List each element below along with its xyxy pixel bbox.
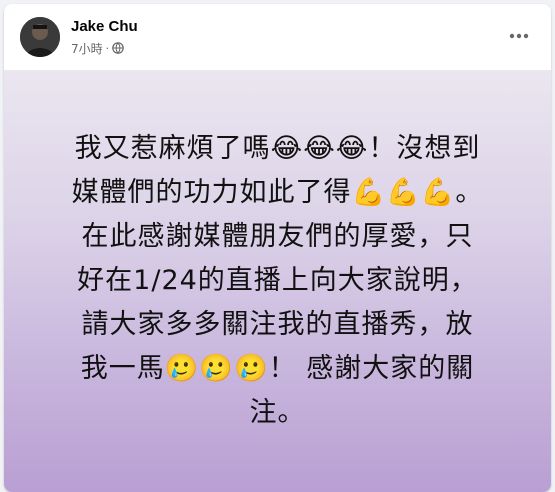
more-options-button[interactable] [501,24,537,48]
globe-icon [112,42,124,54]
post-time[interactable]: 7小時 [71,40,103,57]
post-header: Jake Chu 7小時 · [4,4,551,70]
more-horizontal-icon [509,33,529,39]
post-text: 我又惹麻煩了嗎😂😂😂！沒想到 媒體們的功力如此了得💪💪💪。 在此感謝媒體朋友們的… [71,133,484,428]
post-card: Jake Chu 7小時 · 我又惹麻煩了嗎😂😂😂！沒想到 媒體們的功力如此了得… [4,4,551,492]
avatar[interactable] [20,17,60,57]
author-name[interactable]: Jake Chu [71,18,138,35]
post-meta: 7小時 · [71,40,124,56]
post-background: 我又惹麻煩了嗎😂😂😂！沒想到 媒體們的功力如此了得💪💪💪。 在此感謝媒體朋友們的… [4,70,551,492]
post-text-container: 我又惹麻煩了嗎😂😂😂！沒想到 媒體們的功力如此了得💪💪💪。 在此感謝媒體朋友們的… [4,70,551,492]
meta-separator: · [105,41,110,55]
